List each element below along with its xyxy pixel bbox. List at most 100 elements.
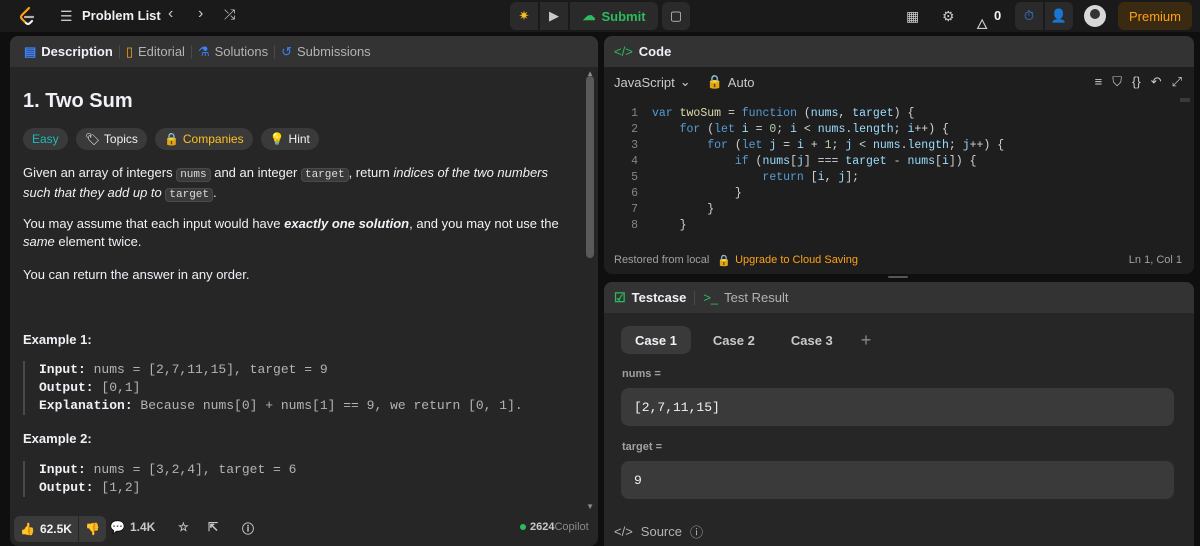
tab-label: Submissions <box>296 44 371 59</box>
line-number: 6 <box>631 187 638 200</box>
panel-resize-handle[interactable] <box>888 276 908 278</box>
like-button[interactable]: 👍 62.5K <box>14 516 78 542</box>
favorite-button[interactable]: ☆ <box>178 520 189 534</box>
line-number: 3 <box>631 139 638 152</box>
like-count: 62.5K <box>39 522 72 536</box>
bookmark-icon[interactable]: ⛉ <box>1112 74 1122 90</box>
add-user-icon: 👤 <box>1050 8 1068 23</box>
code-icon: </> <box>614 44 633 59</box>
tab-testcase[interactable]: ☑ Testcase <box>614 290 686 306</box>
thumbs-up-icon: 👍 <box>20 522 35 536</box>
emphasis-text: same <box>23 234 55 249</box>
case-tab-3[interactable]: Case 3 <box>777 326 847 354</box>
add-case-icon[interactable]: + <box>861 330 872 351</box>
submit-button[interactable]: ☁ Submit <box>570 2 658 30</box>
chevron-right-icon[interactable]: › <box>198 5 203 23</box>
tab-solutions[interactable]: ⚗ Solutions <box>192 44 274 60</box>
case-tab-2[interactable]: Case 2 <box>699 326 769 354</box>
submit-label: Submit <box>601 8 646 24</box>
premium-button[interactable]: Premium <box>1118 2 1192 30</box>
cloud-upload-icon: ☁ <box>582 8 596 23</box>
inline-code: target <box>165 188 213 202</box>
help-button[interactable]: ⓘ <box>242 520 254 537</box>
comments-button[interactable]: 💬 1.4K <box>110 520 155 534</box>
debug-button[interactable]: ✷ <box>510 2 538 30</box>
copilot-label[interactable]: Copilot <box>554 521 588 533</box>
lock-icon: 🔒 <box>717 254 732 267</box>
inline-code: target <box>300 168 349 182</box>
companies-chip[interactable]: 🔒 Companies <box>154 128 253 150</box>
run-button[interactable]: ▶ <box>540 2 568 30</box>
problem-content: 1. Two Sum Easy 🏷 Topics 🔒 Companies 💡 Hint… <box>23 67 583 507</box>
streak-count[interactable]: 0 <box>994 8 1001 23</box>
language-select[interactable]: JavaScript <box>614 75 675 90</box>
settings-icon[interactable]: ⚙ <box>942 8 955 25</box>
nums-label: nums = <box>622 368 661 380</box>
list-icon[interactable]: ☰ <box>60 8 73 25</box>
label: Explanation: <box>39 398 133 413</box>
text: . <box>213 185 217 200</box>
shuffle-icon[interactable]: ⤮ <box>224 6 235 23</box>
share-button[interactable]: ⇱ <box>208 520 218 534</box>
line-number: 5 <box>631 171 638 184</box>
case-tabs: Case 1 Case 2 Case 3 + <box>621 326 871 354</box>
star-icon: ☆ <box>178 520 189 534</box>
layout-icon[interactable]: ▦ <box>906 8 919 25</box>
editor-actions: ≡ ⛉ {} ↶ ⤢ <box>1095 74 1182 90</box>
braces-icon[interactable]: {} <box>1132 74 1141 90</box>
tab-label: Solutions <box>214 44 269 59</box>
timer-icon: ⏱ <box>1023 8 1035 23</box>
expand-icon[interactable]: ⤢ <box>1172 74 1182 90</box>
line-number: 4 <box>631 155 638 168</box>
avatar[interactable] <box>1084 5 1106 27</box>
book-icon: ▯ <box>125 43 133 59</box>
restored-text: Restored from local <box>614 254 710 266</box>
testcase-panel: ☑ Testcase >_ Test Result Case 1 Case 2 … <box>604 282 1194 546</box>
chevron-left-icon[interactable]: ‹ <box>168 5 173 23</box>
problem-title: 1. Two Sum <box>23 90 133 112</box>
example-block: Input: nums = [3,2,4], target = 6 Output… <box>23 461 296 497</box>
tab-editorial[interactable]: ▯ Editorial <box>120 44 191 60</box>
code-text: return [i, j]; <box>762 171 860 184</box>
dislike-button[interactable]: 👎 <box>78 516 106 542</box>
source-button[interactable]: </> Source ⓘ <box>614 522 703 541</box>
logo-icon[interactable] <box>16 5 38 27</box>
problem-constraint: You may assume that each input would hav… <box>23 215 573 251</box>
problem-list-link[interactable]: Problem List <box>82 8 161 23</box>
text: Given an array of integers <box>23 165 177 180</box>
help-icon: ⓘ <box>690 525 704 540</box>
upgrade-link[interactable]: Upgrade to Cloud Saving <box>735 254 858 266</box>
lock-icon: 🔒 <box>706 74 723 89</box>
autocomplete-mode[interactable]: Auto <box>728 75 755 90</box>
topics-chip[interactable]: 🏷 Topics <box>75 128 147 150</box>
add-user-button[interactable]: 👤 <box>1045 2 1073 30</box>
problem-note: You can return the answer in any order. <box>23 267 250 282</box>
line-number: 2 <box>631 123 638 136</box>
fire-icon[interactable]: 🜂 <box>976 8 988 37</box>
code-panel: </> Code JavaScript ⌄ 🔒 Auto ≡ ⛉ {} ↶ ⤢ … <box>604 36 1194 274</box>
nums-input[interactable]: [2,7,11,15] <box>621 388 1174 426</box>
play-icon: ▶ <box>549 8 559 23</box>
scrollbar-thumb[interactable] <box>586 76 594 258</box>
note-button[interactable]: ▢ <box>662 2 690 30</box>
debug-icon: ✷ <box>518 8 530 23</box>
chevron-down-icon[interactable]: ⌄ <box>680 74 691 90</box>
hint-chip[interactable]: 💡 Hint <box>260 128 319 150</box>
tab-label: Test Result <box>724 290 789 305</box>
comment-icon: 💬 <box>110 520 125 534</box>
reset-icon[interactable]: ↶ <box>1151 74 1162 90</box>
case-tab-1[interactable]: Case 1 <box>621 326 691 354</box>
tab-description[interactable]: ▤ Description <box>18 44 119 60</box>
code-editor[interactable]: 1 var twoSum = function (nums, target) {2… <box>604 102 1194 234</box>
format-icon[interactable]: ≡ <box>1095 74 1103 90</box>
terminal-icon: >_ <box>703 290 719 305</box>
tab-submissions[interactable]: ↺ Submissions <box>275 44 377 60</box>
timer-button[interactable]: ⏱ <box>1015 2 1043 30</box>
tab-label: Description <box>41 44 113 59</box>
line-number: 8 <box>631 219 638 232</box>
target-label: target = <box>622 441 663 453</box>
tab-test-result[interactable]: >_ Test Result <box>703 290 788 305</box>
code-text: } <box>652 187 742 200</box>
target-input[interactable]: 9 <box>621 461 1174 499</box>
problem-statement: Given an array of integers nums and an i… <box>23 164 573 204</box>
